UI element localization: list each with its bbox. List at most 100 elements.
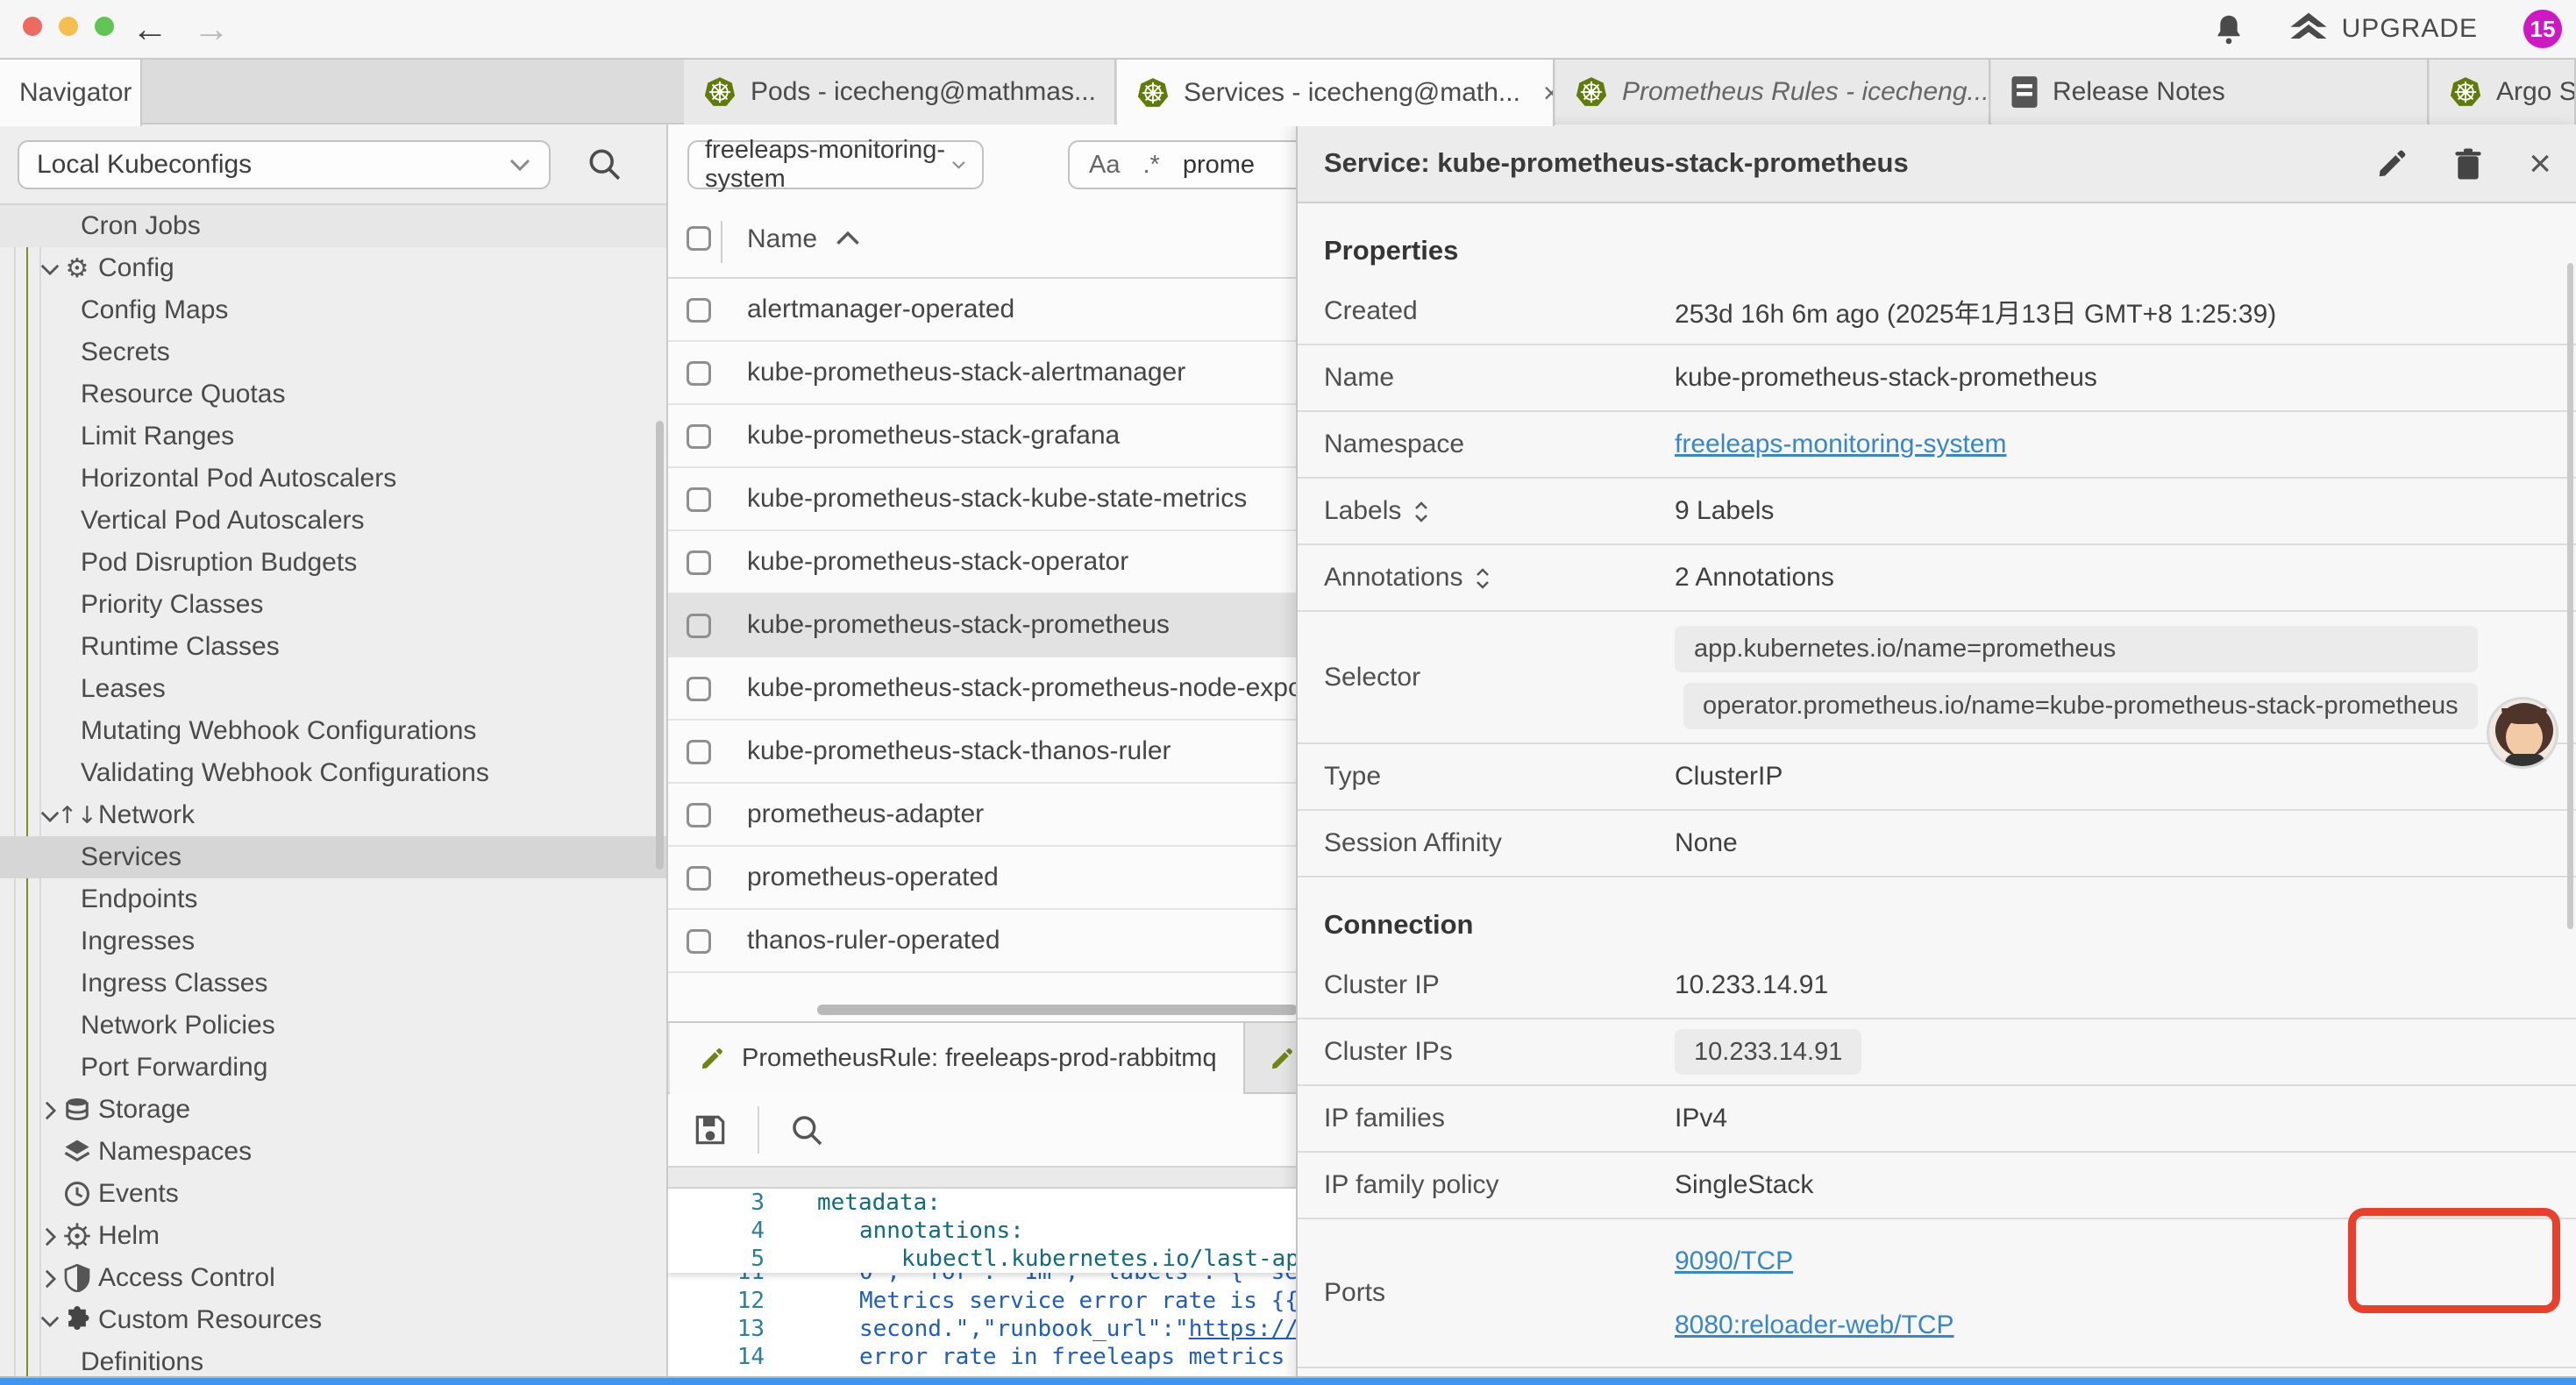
chevron-down-icon[interactable] <box>39 253 61 283</box>
tab-services-icecheng-math[interactable]: Services - icecheng@math...× <box>1117 60 1555 126</box>
row-checkbox[interactable] <box>687 550 711 575</box>
sidebar-item-pod-disruption-budgets[interactable]: Pod Disruption Budgets <box>0 542 666 584</box>
table-row-kube-prometheus-stack-prometheus-node-exporter[interactable]: kube-prometheus-stack-prometheus-node-ex… <box>668 657 1296 721</box>
sidebar-item-events[interactable]: Events <box>0 1173 666 1215</box>
selector-chip: operator.prometheus.io/name=kube-prometh… <box>1683 683 2478 729</box>
editor-tab-prometheusrule[interactable]: PrometheusRule: freeleaps-prod-rabbitmq <box>670 1023 1245 1094</box>
sort-updown-icon[interactable] <box>1413 496 1429 526</box>
save-icon[interactable] <box>693 1112 728 1147</box>
edit-pencil-icon[interactable] <box>2376 148 2408 180</box>
namespace-select[interactable]: freeleaps-monitoring-system <box>687 140 984 189</box>
table-row-prometheus-operated[interactable]: prometheus-operated <box>668 847 1296 910</box>
match-case-toggle[interactable]: Aa <box>1089 151 1120 180</box>
table-row-kube-prometheus-stack-operator[interactable]: kube-prometheus-stack-operator <box>668 531 1296 594</box>
sidebar-item-custom-resources[interactable]: Custom Resources <box>0 1299 666 1341</box>
delete-trash-icon[interactable] <box>2453 147 2483 181</box>
sidebar-item-mutating-webhook-configurations[interactable]: Mutating Webhook Configurations <box>0 710 666 752</box>
bell-icon[interactable] <box>2214 13 2244 45</box>
table-row-kube-prometheus-stack-kube-state-metrics[interactable]: kube-prometheus-stack-kube-state-metrics <box>668 468 1296 531</box>
row-checkbox[interactable] <box>687 677 711 701</box>
kubeconfig-select[interactable]: Local Kubeconfigs <box>18 140 551 189</box>
table-row-kube-prometheus-stack-alertmanager[interactable]: kube-prometheus-stack-alertmanager <box>668 342 1296 405</box>
select-all-checkbox[interactable] <box>687 226 711 251</box>
close-window-light[interactable] <box>23 17 42 36</box>
code-link[interactable]: https://net <box>1189 1316 1296 1342</box>
yaml-editor[interactable]: 3metadata:4annotations:5kubectl.kubernet… <box>668 1189 1296 1385</box>
sidebar-item-access-control[interactable]: Access Control <box>0 1257 666 1299</box>
table-row-thanos-ruler-operated[interactable]: thanos-ruler-operated <box>668 910 1296 973</box>
sidebar-item-vertical-pod-autoscalers[interactable]: Vertical Pod Autoscalers <box>0 500 666 542</box>
row-label: IP family policy <box>1324 1170 1499 1200</box>
name-column-header[interactable]: Name <box>747 224 817 254</box>
tab-navigator[interactable]: Navigator <box>0 60 142 126</box>
notification-badge[interactable]: 15 <box>2523 10 2562 48</box>
sidebar-item-resource-quotas[interactable]: Resource Quotas <box>0 373 666 416</box>
table-row-kube-prometheus-stack-prometheus[interactable]: kube-prometheus-stack-prometheus <box>668 594 1296 657</box>
horizontal-scrollbar[interactable] <box>817 1005 1296 1015</box>
avatar[interactable] <box>2487 697 2558 769</box>
sidebar-item-runtime-classes[interactable]: Runtime Classes <box>0 626 666 668</box>
row-checkbox[interactable] <box>687 929 711 954</box>
row-checkbox[interactable] <box>687 866 711 891</box>
sidebar-item-cron-jobs[interactable]: Cron Jobs <box>0 205 666 247</box>
table-row-prometheus-adapter[interactable]: prometheus-adapter <box>668 784 1296 847</box>
tab-release-notes[interactable]: Release Notes <box>1991 60 2429 124</box>
filter-search-input[interactable]: Aa .* prome <box>1068 140 1296 189</box>
sidebar-item-priority-classes[interactable]: Priority Classes <box>0 584 666 626</box>
editor-tab-next-partial[interactable] <box>1245 1023 1296 1094</box>
table-row-kube-prometheus-stack-grafana[interactable]: kube-prometheus-stack-grafana <box>668 405 1296 468</box>
sort-asc-icon[interactable] <box>835 230 861 247</box>
tab-pods-icecheng-mathmas[interactable]: Pods - icecheng@mathmas... <box>684 60 1116 124</box>
row-checkbox[interactable] <box>687 803 711 827</box>
close-tab-icon[interactable]: × <box>1543 77 1555 110</box>
row-checkbox[interactable] <box>687 487 711 512</box>
sidebar-item-label: Pod Disruption Budgets <box>81 548 357 578</box>
back-arrow[interactable]: ← <box>132 7 168 51</box>
row-checkbox[interactable] <box>687 614 711 638</box>
sidebar-scrollbar[interactable] <box>656 421 664 870</box>
sidebar-item-helm[interactable]: Helm <box>0 1215 666 1257</box>
sort-updown-icon[interactable] <box>1475 563 1491 593</box>
namespace-link[interactable]: freeleaps-monitoring-system <box>1675 430 2006 458</box>
sidebar-item-horizontal-pod-autoscalers[interactable]: Horizontal Pod Autoscalers <box>0 458 666 500</box>
sidebar-item-port-forwarding[interactable]: Port Forwarding <box>0 1047 666 1089</box>
row-checkbox[interactable] <box>687 361 711 386</box>
sidebar-item-endpoints[interactable]: Endpoints <box>0 878 666 920</box>
sidebar-item-leases[interactable]: Leases <box>0 668 666 710</box>
regex-toggle[interactable]: .* <box>1142 151 1159 180</box>
tab-prometheus-rules-icecheng[interactable]: Prometheus Rules - icecheng... <box>1555 60 1990 124</box>
chevron-right-icon[interactable] <box>39 1095 61 1125</box>
upgrade-button[interactable]: UPGRADE <box>2289 11 2478 46</box>
sidebar-item-config[interactable]: ⚙Config <box>0 247 666 289</box>
sidebar-item-config-maps[interactable]: Config Maps <box>0 289 666 331</box>
sidebar-item-secrets[interactable]: Secrets <box>0 331 666 373</box>
forward-arrow[interactable]: → <box>193 7 230 51</box>
tab-argo-se[interactable]: Argo Se <box>2430 60 2576 124</box>
sidebar-item-ingress-classes[interactable]: Ingress Classes <box>0 962 666 1005</box>
sidebar-item-ingresses[interactable]: Ingresses <box>0 920 666 962</box>
minimize-window-light[interactable] <box>59 17 78 36</box>
port-link-9090-tcp[interactable]: 9090/TCP <box>1675 1246 1793 1276</box>
kubernetes-icon <box>1136 76 1170 110</box>
table-row-kube-prometheus-stack-thanos-ruler[interactable]: kube-prometheus-stack-thanos-ruler <box>668 721 1296 784</box>
sidebar-item-limit-ranges[interactable]: Limit Ranges <box>0 416 666 458</box>
sidebar-item-validating-webhook-configurations[interactable]: Validating Webhook Configurations <box>0 752 666 794</box>
row-checkbox[interactable] <box>687 740 711 764</box>
sidebar-item-network-policies[interactable]: Network Policies <box>0 1005 666 1047</box>
row-checkbox[interactable] <box>687 424 711 449</box>
row-checkbox[interactable] <box>687 298 711 323</box>
editor-search-icon[interactable] <box>789 1112 824 1147</box>
sidebar-item-namespaces[interactable]: Namespaces <box>0 1131 666 1173</box>
chevron-right-icon[interactable] <box>39 1263 61 1293</box>
close-icon[interactable]: × <box>2529 148 2551 180</box>
table-row-alertmanager-operated[interactable]: alertmanager-operated <box>668 279 1296 342</box>
chevron-down-icon[interactable] <box>39 1305 61 1335</box>
drawer-scrollbar[interactable] <box>2567 263 2573 929</box>
sidebar-item-storage[interactable]: Storage <box>0 1089 666 1131</box>
port-link-8080-reloader-web-tcp[interactable]: 8080:reloader-web/TCP <box>1675 1310 1954 1340</box>
sidebar-item-network[interactable]: ↑↓Network <box>0 794 666 836</box>
chevron-right-icon[interactable] <box>39 1221 61 1251</box>
sidebar-item-services[interactable]: Services <box>0 836 666 878</box>
sidebar-search-icon[interactable] <box>586 146 623 182</box>
zoom-window-light[interactable] <box>95 17 114 36</box>
